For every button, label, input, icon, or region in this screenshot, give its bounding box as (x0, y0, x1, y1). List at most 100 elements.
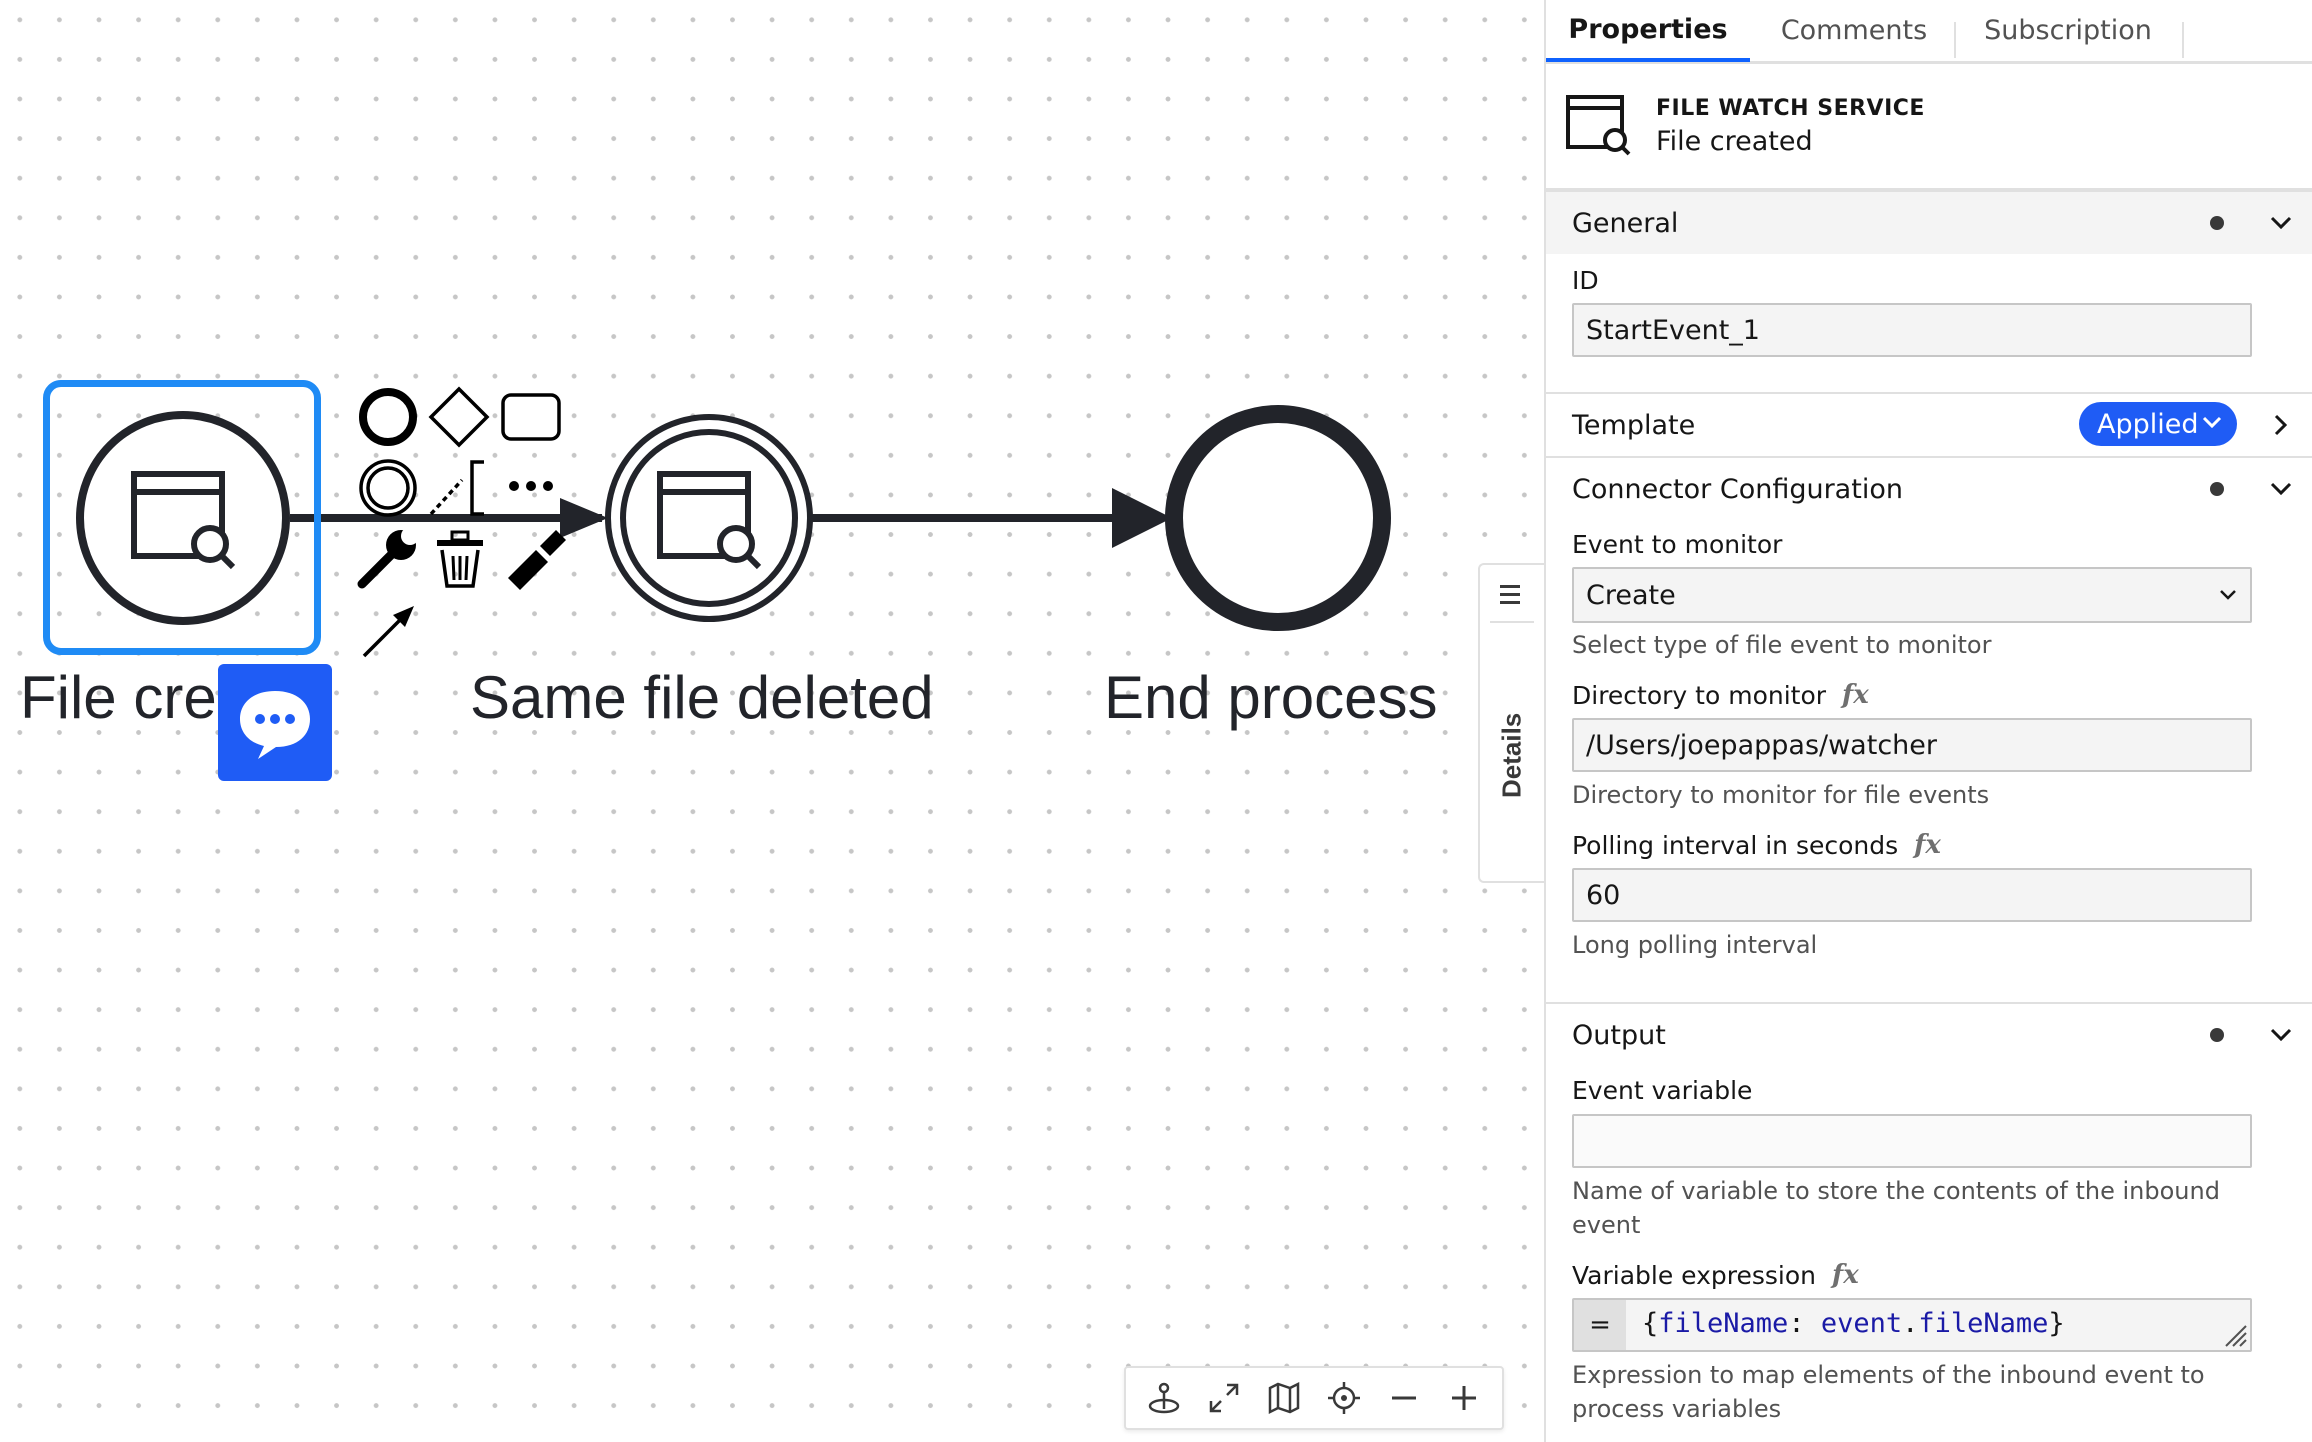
group-output-header[interactable]: Output (1546, 1002, 2312, 1066)
chevron-down-icon[interactable] (2266, 208, 2296, 238)
code-token: } (2048, 1308, 2065, 1339)
directory-input[interactable] (1572, 718, 2252, 772)
panel-tabs: Properties Comments Subscription (1546, 0, 2312, 64)
chat-bubble-icon (240, 690, 310, 759)
id-label: ID (1572, 266, 1599, 295)
intermediate-event-same-file-deleted[interactable] (605, 414, 813, 622)
expression-code[interactable]: {fileName: event.fileName} (1642, 1308, 2065, 1339)
end-event-label[interactable]: End process (1104, 668, 1438, 728)
intermediate-event-label[interactable]: Same file deleted (470, 668, 934, 728)
code-token: fileName (1918, 1308, 2049, 1339)
tab-subscription[interactable]: Subscription (1956, 0, 2180, 61)
minimap-button[interactable] (1262, 1376, 1306, 1420)
reset-view-button[interactable] (1322, 1376, 1366, 1420)
selection-outline (43, 380, 321, 655)
text-annotation-icon[interactable] (429, 460, 484, 516)
data-marker-dot (2210, 482, 2224, 496)
group-title: Connector Configuration (1572, 473, 1903, 505)
code-token: : (1788, 1308, 1821, 1339)
group-title: General (1572, 207, 1679, 239)
comment-button[interactable] (218, 664, 332, 781)
task-icon[interactable] (501, 393, 561, 441)
element-header: FILE WATCH SERVICE File created (1546, 64, 2312, 190)
code-token: . (1902, 1308, 1919, 1339)
chevron-down-icon (2220, 590, 2236, 600)
zoom-in-icon (1452, 1386, 1476, 1410)
event-variable-description: Name of variable to store the contents o… (1572, 1177, 2220, 1239)
code-token: event (1820, 1308, 1903, 1339)
end-event-end-process[interactable] (1165, 405, 1391, 631)
tab-comments[interactable]: Comments (1752, 0, 1956, 61)
fullscreen-icon (1209, 1383, 1239, 1413)
intermediate-event-icon[interactable] (359, 459, 417, 517)
polling-label-text: Polling interval in seconds (1572, 830, 1899, 860)
details-panel-toggle[interactable]: Details (1478, 563, 1544, 883)
list-icon (1500, 585, 1520, 604)
event-variable-label: Event variable (1572, 1076, 1753, 1105)
polling-description: Long polling interval (1572, 931, 1818, 959)
polling-label: Polling interval in seconds fx (1572, 830, 1941, 860)
code-token: { (1642, 1308, 1659, 1339)
trash-icon[interactable] (437, 530, 483, 588)
details-label: Details (1496, 712, 1527, 798)
color-brush-icon[interactable] (508, 530, 566, 590)
gateway-icon[interactable] (428, 386, 490, 448)
data-marker-dot (2210, 216, 2224, 230)
anchor-icon (1148, 1382, 1180, 1414)
zoom-in-button[interactable] (1442, 1376, 1486, 1420)
directory-label-text: Directory to monitor (1572, 680, 1827, 710)
chevron-down-icon (2202, 416, 2222, 429)
anchor-button[interactable] (1142, 1376, 1186, 1420)
element-type: FILE WATCH SERVICE (1656, 96, 1925, 121)
variable-expression-editor[interactable]: = {fileName: event.fileName} (1572, 1298, 2252, 1352)
fx-icon[interactable]: fx (1832, 1260, 1859, 1290)
id-input[interactable] (1572, 303, 2252, 357)
fx-icon[interactable]: fx (1914, 830, 1941, 860)
polling-input[interactable] (1572, 868, 2252, 922)
code-token: fileName (1658, 1308, 1789, 1339)
event-monitor-label: Event to monitor (1572, 530, 1783, 559)
canvas-toolbar (1124, 1366, 1504, 1430)
group-title: Output (1572, 1019, 1666, 1051)
sequence-flow-2-arrow (1112, 488, 1172, 548)
group-general-header[interactable]: General (1546, 190, 2312, 254)
group-title: Template (1572, 409, 1696, 441)
directory-label: Directory to monitor fx (1572, 680, 1869, 710)
file-watch-icon (1566, 95, 1631, 156)
chevron-right-icon[interactable] (2266, 410, 2296, 440)
data-marker-dot (2210, 1028, 2224, 1042)
chevron-down-icon[interactable] (2266, 474, 2296, 504)
sequence-flow-1-arrow (560, 498, 608, 538)
start-event-icon[interactable] (359, 388, 417, 446)
event-monitor-select[interactable]: Create (1572, 567, 2252, 623)
reset-view-icon (1328, 1382, 1360, 1414)
template-applied-badge[interactable]: Applied (2079, 402, 2237, 446)
context-pad (357, 386, 566, 658)
event-monitor-value: Create (1586, 579, 1676, 611)
feel-prefix: = (1574, 1300, 1626, 1350)
variable-expression-label-text: Variable expression (1572, 1260, 1817, 1290)
wrench-icon[interactable] (357, 527, 419, 589)
connect-arrow-icon[interactable] (362, 606, 414, 658)
tab-properties[interactable]: Properties (1546, 0, 1750, 62)
minimap-icon (1268, 1381, 1300, 1415)
chevron-down-icon[interactable] (2266, 1020, 2296, 1050)
tab-divider (2182, 22, 2184, 58)
variable-expression-label: Variable expression fx (1572, 1260, 1859, 1290)
details-divider (1490, 621, 1534, 623)
zoom-out-icon (1392, 1396, 1416, 1400)
diagram-canvas[interactable]: File created Same file deleted End proce… (0, 0, 1544, 1442)
properties-panel: Properties Comments Subscription FILE WA… (1544, 0, 2312, 1442)
event-monitor-description: Select type of file event to monitor (1572, 631, 1992, 659)
zoom-out-button[interactable] (1382, 1376, 1426, 1420)
event-variable-input[interactable] (1572, 1114, 2252, 1168)
element-name: File created (1656, 126, 1813, 157)
variable-expression-description: Expression to map elements of the inboun… (1572, 1361, 2205, 1423)
more-icon[interactable] (509, 481, 553, 491)
resize-handle-icon[interactable] (2222, 1322, 2248, 1348)
fx-icon[interactable]: fx (1842, 680, 1869, 710)
applied-label: Applied (2097, 408, 2199, 440)
directory-description: Directory to monitor for file events (1572, 781, 1990, 809)
fullscreen-button[interactable] (1202, 1376, 1246, 1420)
group-connector-header[interactable]: Connector Configuration (1546, 456, 2312, 520)
